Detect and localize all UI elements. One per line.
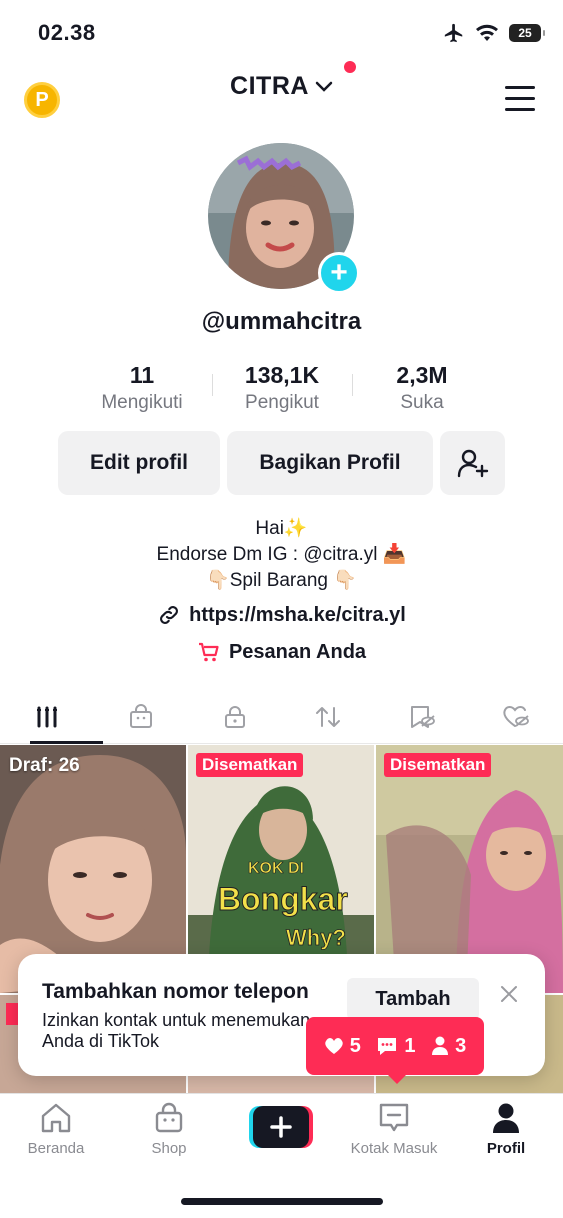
shop-icon — [155, 1102, 183, 1133]
likes-value: 5 — [349, 1034, 361, 1057]
shop-bag-icon — [129, 703, 152, 728]
stat-label: Pengikut — [245, 392, 319, 413]
username: @ummahcitra — [201, 308, 362, 335]
prompt-subtitle: Izinkan kontak untuk menemukan Anda di T… — [42, 1010, 311, 1051]
stat-value: 2,3M — [396, 362, 448, 388]
active-tab-indicator — [30, 741, 103, 744]
nav-profile[interactable]: Profil — [456, 1102, 556, 1157]
stats-row: 11 Mengikuti 138,1K Pengikut 2,3M Suka — [72, 362, 492, 414]
pinned-badge: Disematkan — [196, 753, 304, 777]
inbox-icon — [379, 1103, 409, 1132]
close-icon[interactable] — [499, 984, 519, 1004]
followers-count: 3 — [431, 1035, 466, 1058]
wifi-icon — [476, 24, 498, 41]
add-phone-button[interactable]: Tambah — [347, 978, 479, 1020]
tab-private[interactable] — [188, 690, 282, 743]
bio-link[interactable]: https://msha.ke/citra.yl — [0, 603, 563, 627]
menu-icon[interactable] — [505, 86, 535, 119]
activity-bubble[interactable]: 5 1 3 — [306, 1017, 484, 1075]
chevron-down-icon — [315, 81, 333, 92]
profile-icon — [493, 1103, 519, 1133]
bio-line: 👇🏻Spil Barang 👇🏻 — [206, 570, 357, 591]
overlay-text-3: Why? — [286, 925, 346, 950]
nav-label: Kotak Masuk — [350, 1140, 438, 1157]
content-tabs — [0, 690, 563, 744]
battery-icon: 25 — [509, 24, 545, 42]
link-icon — [160, 606, 179, 624]
tab-reposts[interactable] — [281, 690, 375, 743]
nav-label: Shop — [151, 1140, 187, 1157]
stat-value: 138,1K — [244, 362, 320, 388]
bio-line: Hai✨ — [255, 518, 308, 539]
overlay-text-1: KOK DI — [248, 860, 304, 877]
stat-label: Mengikuti — [101, 392, 183, 413]
stat-label: Suka — [400, 392, 444, 413]
bio-link-text: https://msha.ke/citra.yl — [189, 603, 406, 626]
lock-icon — [224, 705, 245, 728]
tab-videos[interactable] — [0, 690, 94, 743]
stat-value: 11 — [129, 362, 155, 388]
add-friend-button[interactable] — [440, 431, 505, 495]
create-button[interactable] — [249, 1106, 313, 1148]
heart-hidden-icon — [503, 705, 529, 727]
nav-label: Profil — [486, 1140, 526, 1157]
airplane-icon — [444, 23, 463, 43]
home-icon — [41, 1103, 71, 1133]
home-indicator — [181, 1198, 383, 1205]
overlay-text-2: Bongkar — [218, 881, 348, 917]
tab-shop[interactable] — [94, 690, 188, 743]
edit-profile-button[interactable]: Edit profil — [58, 431, 220, 495]
repost-icon — [316, 706, 341, 727]
prompt-title: Tambahkan nomor telepon — [42, 980, 309, 1003]
status-time: 02.38 — [38, 20, 96, 45]
nav-home[interactable]: Beranda — [6, 1102, 106, 1157]
bio: Hai✨ Endorse Dm IG : @citra.yl 📥 👇🏻Spil … — [0, 516, 563, 594]
nav-label: Beranda — [27, 1140, 85, 1157]
comments-value: 1 — [404, 1034, 416, 1057]
heart-icon — [325, 1038, 343, 1054]
status-icons: 25 — [443, 22, 545, 44]
add-story-button[interactable]: + — [318, 252, 360, 294]
notification-dot — [344, 61, 356, 73]
stat-following[interactable]: 11 Mengikuti — [72, 362, 212, 414]
pinned-badge: Disematkan — [384, 753, 492, 777]
bubble-tail — [387, 1074, 407, 1084]
tab-favorites[interactable] — [375, 690, 469, 743]
comment-icon — [378, 1038, 397, 1055]
grid-icon — [36, 706, 57, 727]
person-icon — [432, 1036, 449, 1055]
stat-likes[interactable]: 2,3M Suka — [352, 362, 492, 414]
bookmark-hidden-icon — [411, 705, 436, 728]
likes-count: 5 — [324, 1035, 361, 1058]
orders-link[interactable]: Pesanan Anda — [0, 640, 563, 664]
nav-shop[interactable]: Shop — [119, 1102, 219, 1157]
comments-count: 1 — [376, 1034, 416, 1058]
add-user-icon — [457, 449, 488, 478]
tab-liked[interactable] — [469, 690, 563, 743]
account-name: CITRA — [230, 72, 309, 100]
share-profile-button[interactable]: Bagikan Profil — [227, 431, 433, 495]
draft-count: Draf: 26 — [9, 755, 80, 776]
orders-text: Pesanan Anda — [228, 640, 367, 663]
stat-followers[interactable]: 138,1K Pengikut — [212, 362, 352, 414]
nav-inbox[interactable]: Kotak Masuk — [344, 1102, 444, 1157]
bio-line: Endorse Dm IG : @citra.yl 📥 — [156, 544, 407, 565]
cart-icon — [198, 642, 219, 662]
account-switcher[interactable]: CITRA — [0, 72, 563, 101]
followers-value: 3 — [455, 1034, 467, 1057]
